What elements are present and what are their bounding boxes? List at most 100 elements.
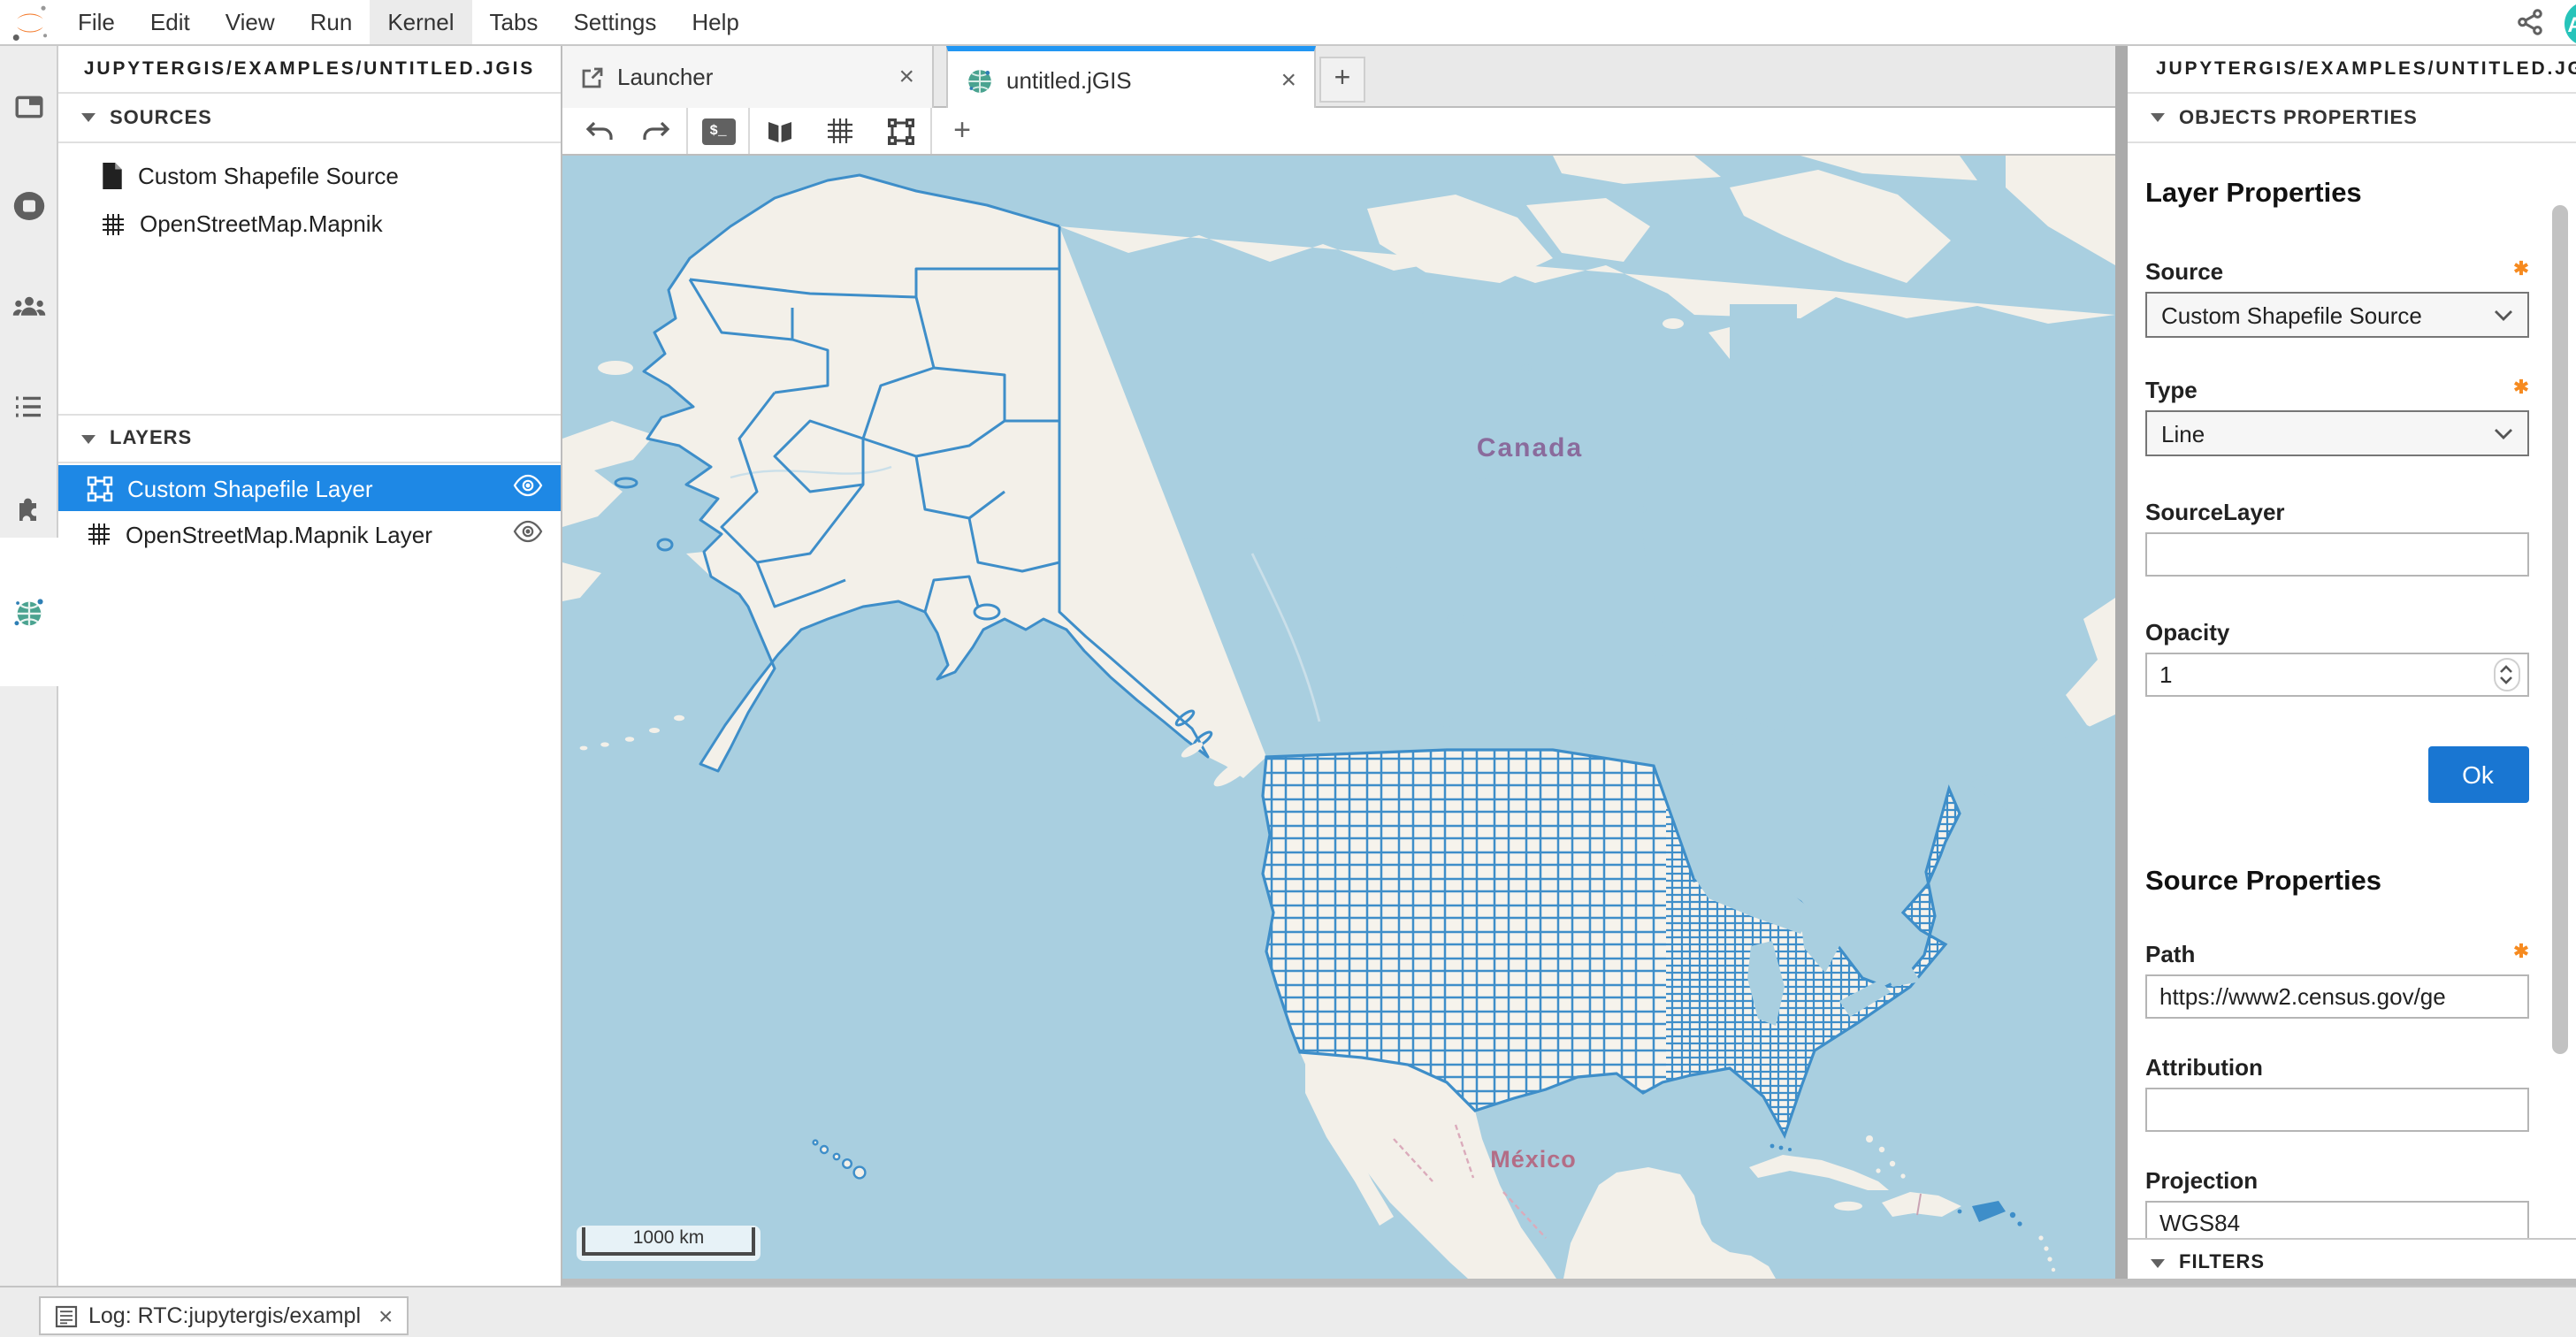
raster-grid-icon[interactable] <box>817 110 863 152</box>
close-icon[interactable]: × <box>884 64 914 90</box>
visibility-eye-icon[interactable] <box>513 474 543 497</box>
map-label-canada: Canada <box>1477 433 1583 462</box>
sourcelayer-field-label: SourceLayer <box>2145 499 2285 525</box>
layer-item-custom-shapefile[interactable]: Custom Shapefile Layer <box>58 465 561 511</box>
chevron-down-icon <box>2151 113 2165 122</box>
menu-edit[interactable]: Edit <box>133 0 208 44</box>
required-asterisk-icon <box>2512 943 2528 959</box>
table-of-contents-icon[interactable] <box>0 377 57 437</box>
map-scale-bar: 1000 km <box>577 1226 761 1261</box>
main-tab-bar: Launcher × untitled.jGIS × + <box>562 46 2115 108</box>
ok-button[interactable]: Ok <box>2427 746 2528 803</box>
add-icon[interactable]: + <box>939 110 985 152</box>
jupyter-logo-icon <box>0 0 60 44</box>
file-browser-icon[interactable] <box>0 76 57 136</box>
source-item-openstreetmap[interactable]: OpenStreetMap.Mapnik <box>58 200 561 248</box>
activity-bar <box>0 46 58 1286</box>
menu-bar: File Edit View Run Kernel Tabs Settings … <box>0 0 2576 46</box>
layer-item-openstreetmap[interactable]: OpenStreetMap.Mapnik Layer <box>58 511 561 557</box>
user-avatar[interactable]: A <box>2558 0 2576 44</box>
chevron-up-icon[interactable] <box>2499 665 2513 674</box>
projection-field-label: Projection <box>2145 1167 2258 1194</box>
objects-properties-title: OBJECTS PROPERTIES <box>2179 107 2418 128</box>
right-panel-header: JUPYTERGIS/EXAMPLES/UNTITLED.JG <box>2128 46 2576 94</box>
type-select[interactable]: Line <box>2145 410 2528 456</box>
tab-label: untitled.jGIS <box>1006 67 1132 94</box>
file-icon <box>101 163 124 189</box>
raster-grid-icon <box>87 522 111 546</box>
jupyterlab-window: File Edit View Run Kernel Tabs Settings … <box>0 0 2576 1337</box>
log-tab-label: Log: RTC:jupytergis/exampl <box>88 1303 361 1328</box>
map-render: Canada United States <box>562 156 2115 1279</box>
opacity-input[interactable] <box>2145 653 2528 697</box>
menu-help[interactable]: Help <box>674 0 757 44</box>
source-item-custom-shapefile[interactable]: Custom Shapefile Source <box>58 152 561 200</box>
layer-item-label: Custom Shapefile Layer <box>127 475 373 501</box>
menu-tabs[interactable]: Tabs <box>472 0 556 44</box>
log-console-tab[interactable]: Log: RTC:jupytergis/exampl × <box>39 1296 409 1335</box>
left-sidebar-panel: JUPYTERGIS/EXAMPLES/UNTITLED.JGIS SOURCE… <box>58 46 562 1286</box>
properties-form: Layer Properties Source Custom Shapefile… <box>2128 143 2576 1284</box>
redo-icon[interactable] <box>633 110 679 152</box>
objects-properties-section-header[interactable]: OBJECTS PROPERTIES <box>2128 94 2576 143</box>
map-label-mexico: México <box>1490 1146 1577 1173</box>
source-select[interactable]: Custom Shapefile Source <box>2145 292 2528 338</box>
vector-square-icon[interactable] <box>877 110 923 152</box>
number-stepper[interactable] <box>2493 658 2519 691</box>
chevron-down-icon <box>2151 1258 2165 1267</box>
scrollbar-thumb[interactable] <box>2551 205 2567 1054</box>
source-properties-title: Source Properties <box>2145 867 2528 898</box>
map-canvas[interactable]: Canada United States <box>562 156 2115 1279</box>
source-field-label: Source <box>2145 258 2223 285</box>
basemap-icon[interactable] <box>757 110 803 152</box>
menu-file[interactable]: File <box>60 0 133 44</box>
required-asterisk-icon <box>2512 378 2528 394</box>
jupytergis-globe-icon[interactable] <box>0 582 57 642</box>
attribution-input[interactable] <box>2145 1088 2528 1132</box>
tab-label: Launcher <box>617 64 713 90</box>
vector-square-icon <box>87 475 113 501</box>
console-icon[interactable]: $_ <box>695 110 741 152</box>
sources-section-header[interactable]: SOURCES <box>58 94 561 143</box>
collaboration-icon[interactable] <box>0 276 57 336</box>
share-icon[interactable] <box>2500 0 2558 44</box>
right-sidebar-panel: JUPYTERGIS/EXAMPLES/UNTITLED.JG OBJECTS … <box>2128 46 2576 1286</box>
layer-properties-title: Layer Properties <box>2145 179 2528 210</box>
required-asterisk-icon <box>2512 260 2528 276</box>
menu-run[interactable]: Run <box>293 0 371 44</box>
source-item-label: OpenStreetMap.Mapnik <box>140 210 383 237</box>
sources-section-title: SOURCES <box>110 107 212 128</box>
chevron-down-icon <box>81 113 96 122</box>
chevron-down-icon[interactable] <box>2499 676 2513 684</box>
path-input[interactable] <box>2145 974 2528 1019</box>
toolbar-separator <box>748 108 750 154</box>
menu-settings[interactable]: Settings <box>555 0 674 44</box>
layers-section-header[interactable]: LAYERS <box>58 414 561 463</box>
close-icon[interactable]: × <box>378 1302 393 1330</box>
left-panel-header: JUPYTERGIS/EXAMPLES/UNTITLED.JGIS <box>58 46 561 94</box>
attribution-field-label: Attribution <box>2145 1054 2263 1081</box>
running-kernels-icon[interactable] <box>0 175 57 235</box>
close-icon[interactable]: × <box>1266 67 1296 94</box>
tab-untitled-jgis[interactable]: untitled.jGIS × <box>946 46 1316 110</box>
layer-item-label: OpenStreetMap.Mapnik Layer <box>126 521 432 547</box>
raster-grid-icon <box>101 211 126 236</box>
tab-launcher[interactable]: Launcher × <box>562 46 934 108</box>
path-field-label: Path <box>2145 941 2195 967</box>
extensions-icon[interactable] <box>0 476 57 536</box>
source-item-label: Custom Shapefile Source <box>138 163 399 189</box>
panel-splitter-vertical[interactable] <box>2115 46 2128 1279</box>
opacity-field-label: Opacity <box>2145 619 2229 646</box>
new-tab-button[interactable]: + <box>1319 57 1365 103</box>
layers-section-title: LAYERS <box>110 428 192 449</box>
visibility-eye-icon[interactable] <box>513 520 543 543</box>
sourcelayer-input[interactable] <box>2145 532 2528 577</box>
chevron-down-icon <box>81 434 96 443</box>
undo-icon[interactable] <box>577 110 623 152</box>
menu-kernel[interactable]: Kernel <box>370 0 471 44</box>
menu-view[interactable]: View <box>208 0 293 44</box>
bottom-dock-bar: Log: RTC:jupytergis/exampl × <box>0 1286 2576 1337</box>
log-console-icon <box>55 1304 78 1327</box>
jgis-globe-icon <box>966 66 994 95</box>
chevron-down-icon <box>2493 309 2512 322</box>
